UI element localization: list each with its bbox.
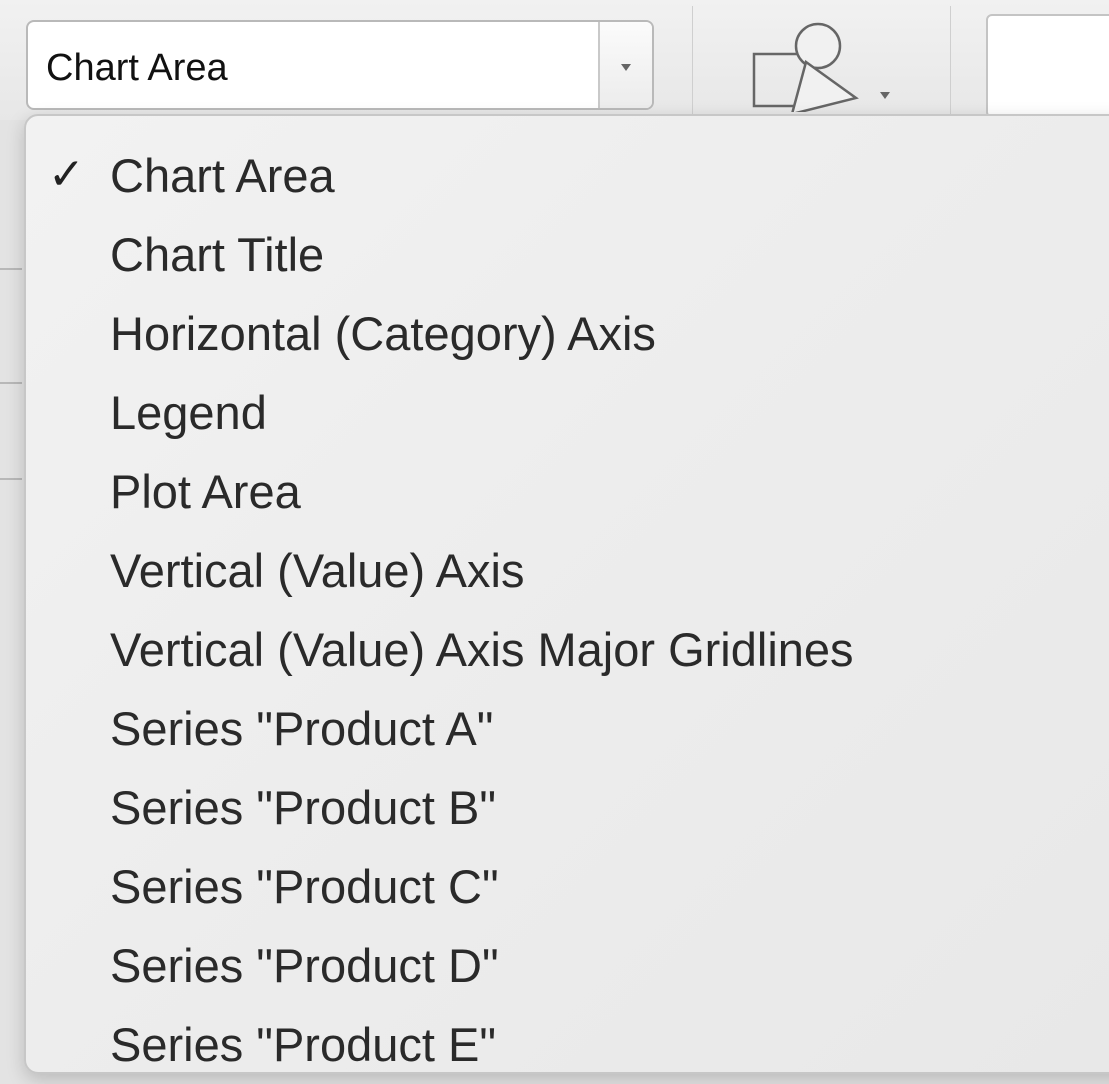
menu-item-series-product-c[interactable]: Series "Product C"	[26, 847, 1106, 926]
chevron-down-icon	[621, 64, 631, 71]
menu-item-horizontal-category-axis[interactable]: Horizontal (Category) Axis	[26, 294, 1106, 373]
menu-item-series-product-a[interactable]: Series "Product A"	[26, 689, 1106, 768]
menu-item-label: Vertical (Value) Axis Major Gridlines	[110, 623, 854, 676]
menu-item-label: Series "Product C"	[110, 860, 499, 913]
menu-item-label: Series "Product D"	[110, 939, 499, 992]
menu-item-label: Chart Title	[110, 228, 325, 281]
format-toolbar: Chart Area	[0, 0, 1109, 120]
menu-item-label: Legend	[110, 386, 267, 439]
sheet-gridline	[0, 478, 22, 480]
menu-item-label: Series "Product A"	[110, 702, 494, 755]
toolbar-field[interactable]	[986, 14, 1109, 118]
menu-item-series-product-b[interactable]: Series "Product B"	[26, 768, 1106, 847]
shapes-icon	[752, 22, 859, 112]
toolbar-divider	[950, 6, 951, 116]
chart-element-selector-dropdown-button[interactable]	[598, 22, 652, 108]
menu-item-label: Horizontal (Category) Axis	[110, 307, 656, 360]
toolbar-divider	[692, 6, 693, 116]
chart-element-selector-value: Chart Area	[46, 47, 228, 89]
menu-item-legend[interactable]: Legend	[26, 373, 1106, 452]
sheet-gridline	[0, 382, 22, 384]
chevron-down-icon	[880, 92, 890, 99]
shapes-button[interactable]	[748, 20, 918, 112]
menu-item-label: Chart Area	[110, 149, 335, 202]
menu-item-plot-area[interactable]: Plot Area	[26, 452, 1106, 531]
menu-item-series-product-e[interactable]: Series "Product E"	[26, 1005, 1106, 1084]
menu-item-vertical-value-axis-major-gridlines[interactable]: Vertical (Value) Axis Major Gridlines	[26, 610, 1106, 689]
chart-element-selector[interactable]: Chart Area	[26, 20, 654, 110]
menu-item-chart-area[interactable]: ✓ Chart Area	[26, 136, 1106, 215]
menu-item-label: Series "Product E"	[110, 1018, 497, 1071]
chart-element-menu: ✓ Chart Area Chart Title Horizontal (Cat…	[24, 114, 1109, 1074]
menu-item-series-product-d[interactable]: Series "Product D"	[26, 926, 1106, 1005]
checkmark-icon: ✓	[48, 149, 85, 200]
menu-item-vertical-value-axis[interactable]: Vertical (Value) Axis	[26, 531, 1106, 610]
sheet-gridline	[0, 268, 22, 270]
menu-item-label: Vertical (Value) Axis	[110, 544, 525, 597]
menu-item-chart-title[interactable]: Chart Title	[26, 215, 1106, 294]
menu-item-label: Plot Area	[110, 465, 301, 518]
menu-item-label: Series "Product B"	[110, 781, 497, 834]
